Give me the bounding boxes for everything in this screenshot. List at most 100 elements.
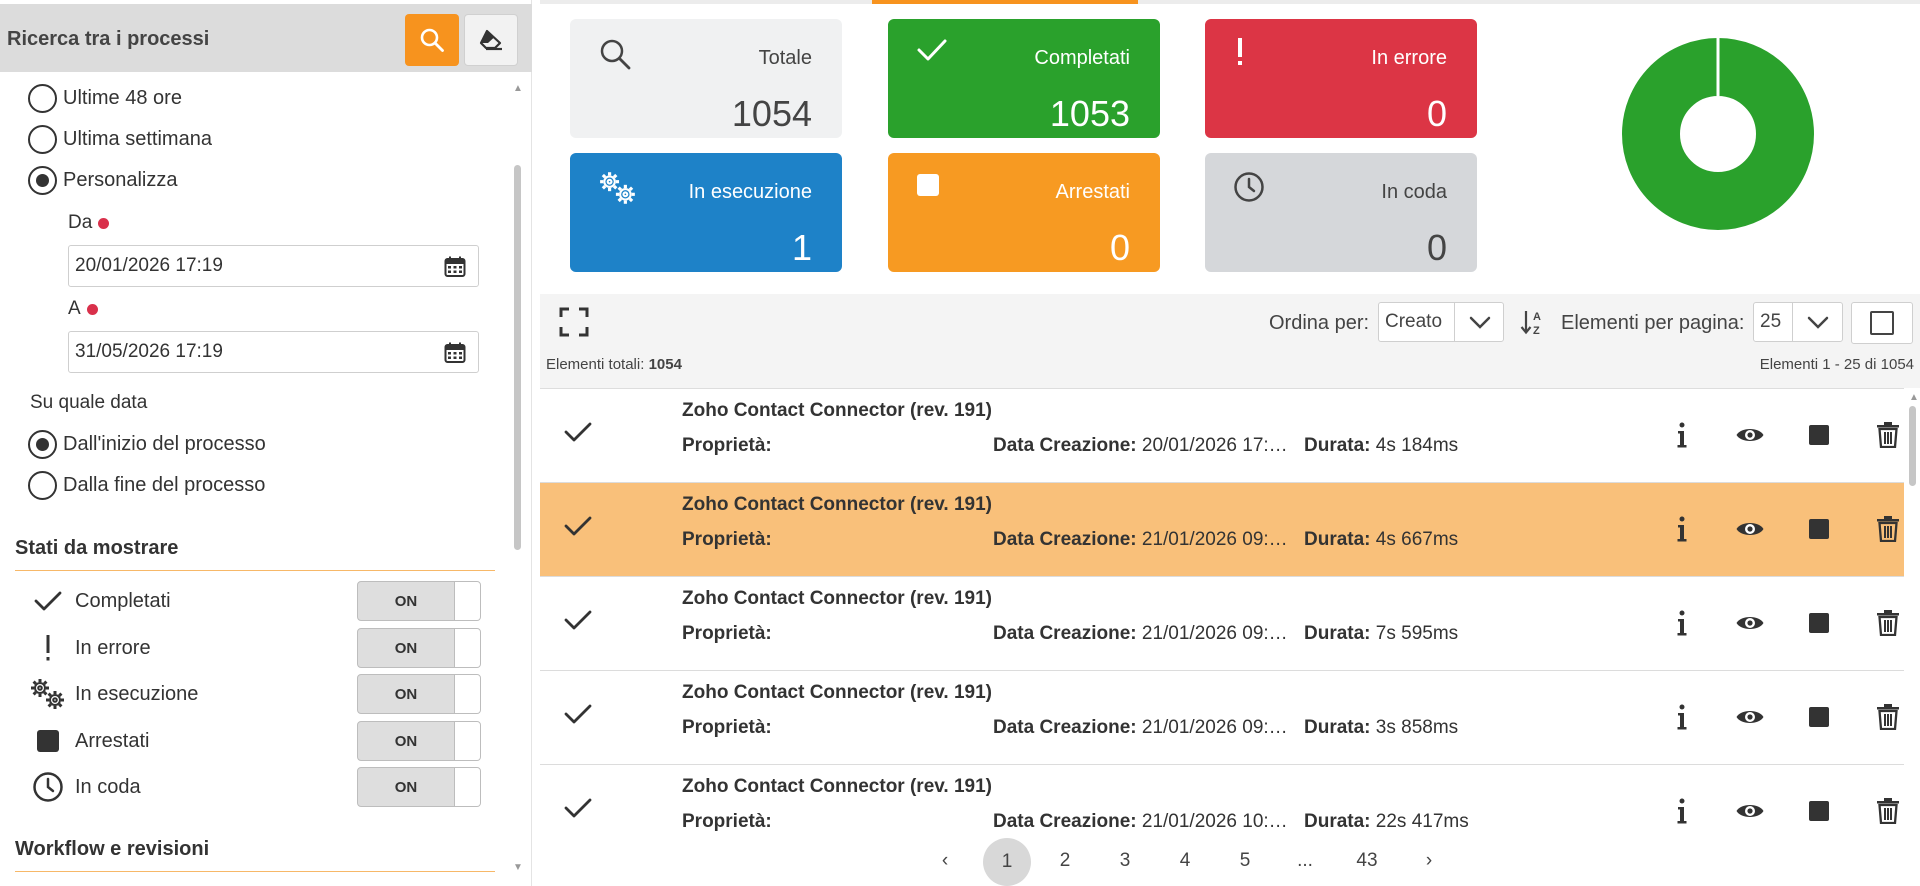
toggle-knob[interactable]	[454, 629, 480, 667]
card-total[interactable]: Totale 1054	[570, 19, 842, 138]
to-date-input[interactable]	[75, 332, 415, 372]
process-row[interactable]: Zoho Contact Connector (rev. 191) Proprie…	[540, 483, 1904, 577]
toggle-knob[interactable]	[454, 582, 480, 620]
view-button[interactable]	[1732, 605, 1768, 641]
scroll-down-arrow[interactable]: ▼	[513, 862, 523, 873]
check-icon	[917, 39, 947, 61]
radio-from-start[interactable]: Dall'inizio del processo	[28, 428, 266, 460]
view-button[interactable]	[1732, 699, 1768, 735]
search-button[interactable]	[405, 14, 459, 66]
search-panel: Ricerca tra i processi ▲ ▼ Ultime 48 ore…	[0, 0, 532, 886]
card-running[interactable]: In esecuzione 1	[570, 153, 842, 272]
pager-page-4[interactable]: 4	[1162, 838, 1208, 884]
delete-button[interactable]	[1870, 417, 1904, 453]
stop-button[interactable]	[1801, 511, 1837, 547]
delete-button[interactable]	[1870, 605, 1904, 641]
duration-label: Durata:	[1304, 811, 1371, 832]
process-row[interactable]: Zoho Contact Connector (rev. 191) Proprie…	[540, 671, 1904, 765]
pager-page-2[interactable]: 2	[1042, 838, 1088, 884]
from-date-input[interactable]	[75, 246, 415, 286]
pager-page-3[interactable]: 3	[1102, 838, 1148, 884]
created-value: 21/01/2026 09:…	[1141, 717, 1288, 738]
radio-last-48h[interactable]: Ultime 48 ore	[28, 82, 182, 114]
checkbox-box[interactable]	[1870, 311, 1894, 335]
radio-custom[interactable]: Personalizza	[28, 164, 178, 196]
svg-text:Z: Z	[1533, 325, 1540, 336]
toggle-running[interactable]: ON	[357, 674, 481, 714]
stop-button[interactable]	[1801, 605, 1837, 641]
view-button[interactable]	[1732, 511, 1768, 547]
card-error[interactable]: In errore 0	[1205, 19, 1477, 138]
delete-button[interactable]	[1870, 699, 1904, 735]
to-label-text: A	[68, 298, 81, 319]
toggle-knob[interactable]	[454, 768, 480, 806]
toggle-knob[interactable]	[454, 675, 480, 713]
toggle-error[interactable]: ON	[357, 628, 481, 668]
radio-last-week[interactable]: Ultima settimana	[28, 123, 212, 155]
radio-button-checked[interactable]	[28, 429, 57, 459]
stop-button[interactable]	[1801, 793, 1837, 829]
search-panel-scrollbar[interactable]	[514, 165, 521, 550]
process-title[interactable]: Zoho Contact Connector (rev. 191)	[682, 682, 992, 704]
created-value: 21/01/2026 09:…	[1141, 623, 1288, 644]
delete-button[interactable]	[1870, 793, 1904, 829]
card-label: Totale	[758, 47, 812, 69]
card-queued[interactable]: In coda 0	[1205, 153, 1477, 272]
process-title[interactable]: Zoho Contact Connector (rev. 191)	[682, 494, 992, 516]
sort-select[interactable]: Creato	[1378, 302, 1504, 342]
card-label: Completati	[1034, 47, 1130, 69]
info-button[interactable]	[1664, 699, 1700, 735]
pager-page-1[interactable]: 1	[983, 838, 1031, 886]
to-date-field[interactable]	[68, 331, 479, 373]
process-title[interactable]: Zoho Contact Connector (rev. 191)	[682, 776, 992, 798]
view-button[interactable]	[1732, 417, 1768, 453]
info-button[interactable]	[1664, 605, 1700, 641]
created-label: Data Creazione:	[993, 811, 1137, 832]
calendar-icon[interactable]	[444, 256, 466, 278]
toggle-knob[interactable]	[454, 722, 480, 760]
scroll-up-arrow[interactable]: ▲	[1909, 392, 1919, 403]
list-toolbar: Ordina per: Creato AZ Elementi per pagin…	[540, 294, 1920, 388]
toggle-queued[interactable]: ON	[357, 767, 481, 807]
clear-filters-button[interactable]	[464, 14, 518, 66]
info-button[interactable]	[1664, 417, 1700, 453]
delete-button[interactable]	[1870, 511, 1904, 547]
pager-page-5[interactable]: 5	[1222, 838, 1268, 884]
state-label: Completati	[75, 590, 171, 612]
view-button[interactable]	[1732, 793, 1768, 829]
process-list-scrollbar[interactable]	[1909, 406, 1916, 486]
card-completed[interactable]: Completati 1053	[888, 19, 1160, 138]
pager-page-43[interactable]: 43	[1344, 838, 1390, 884]
from-date-field[interactable]	[68, 245, 479, 287]
info-icon	[1677, 516, 1687, 542]
scroll-up-arrow[interactable]: ▲	[513, 83, 523, 94]
sort-direction-icon[interactable]: AZ	[1520, 308, 1548, 336]
pager-next-button[interactable]: ›	[1406, 838, 1452, 884]
toggle-stopped[interactable]: ON	[357, 721, 481, 761]
perpage-select[interactable]: 25	[1753, 302, 1843, 342]
process-row[interactable]: Zoho Contact Connector (rev. 191) Proprie…	[540, 765, 1904, 834]
process-title[interactable]: Zoho Contact Connector (rev. 191)	[682, 588, 992, 610]
radio-button[interactable]	[28, 470, 57, 500]
radio-button[interactable]	[28, 83, 57, 113]
expand-icon[interactable]	[558, 306, 590, 338]
process-title[interactable]: Zoho Contact Connector (rev. 191)	[682, 400, 992, 422]
radio-button-checked[interactable]	[28, 165, 57, 195]
calendar-icon[interactable]	[444, 342, 466, 364]
process-row[interactable]: Zoho Contact Connector (rev. 191) Proprie…	[540, 389, 1904, 483]
card-stopped[interactable]: Arrestati 0	[888, 153, 1160, 272]
stop-button[interactable]	[1801, 699, 1837, 735]
pager-ellipsis: ...	[1297, 850, 1313, 871]
stop-button[interactable]	[1801, 417, 1837, 453]
info-button[interactable]	[1664, 511, 1700, 547]
toggle-completed[interactable]: ON	[357, 581, 481, 621]
status-donut-chart	[1622, 38, 1814, 230]
radio-from-end[interactable]: Dalla fine del processo	[28, 469, 265, 501]
process-row[interactable]: Zoho Contact Connector (rev. 191) Proprie…	[540, 577, 1904, 671]
select-all-checkbox[interactable]	[1851, 302, 1913, 344]
workflow-section-title[interactable]: Workflow e revisioni	[15, 838, 495, 872]
pager-prev-button[interactable]: ‹	[922, 838, 968, 884]
radio-button[interactable]	[28, 124, 57, 154]
info-button[interactable]	[1664, 793, 1700, 829]
to-label: A	[68, 298, 98, 320]
